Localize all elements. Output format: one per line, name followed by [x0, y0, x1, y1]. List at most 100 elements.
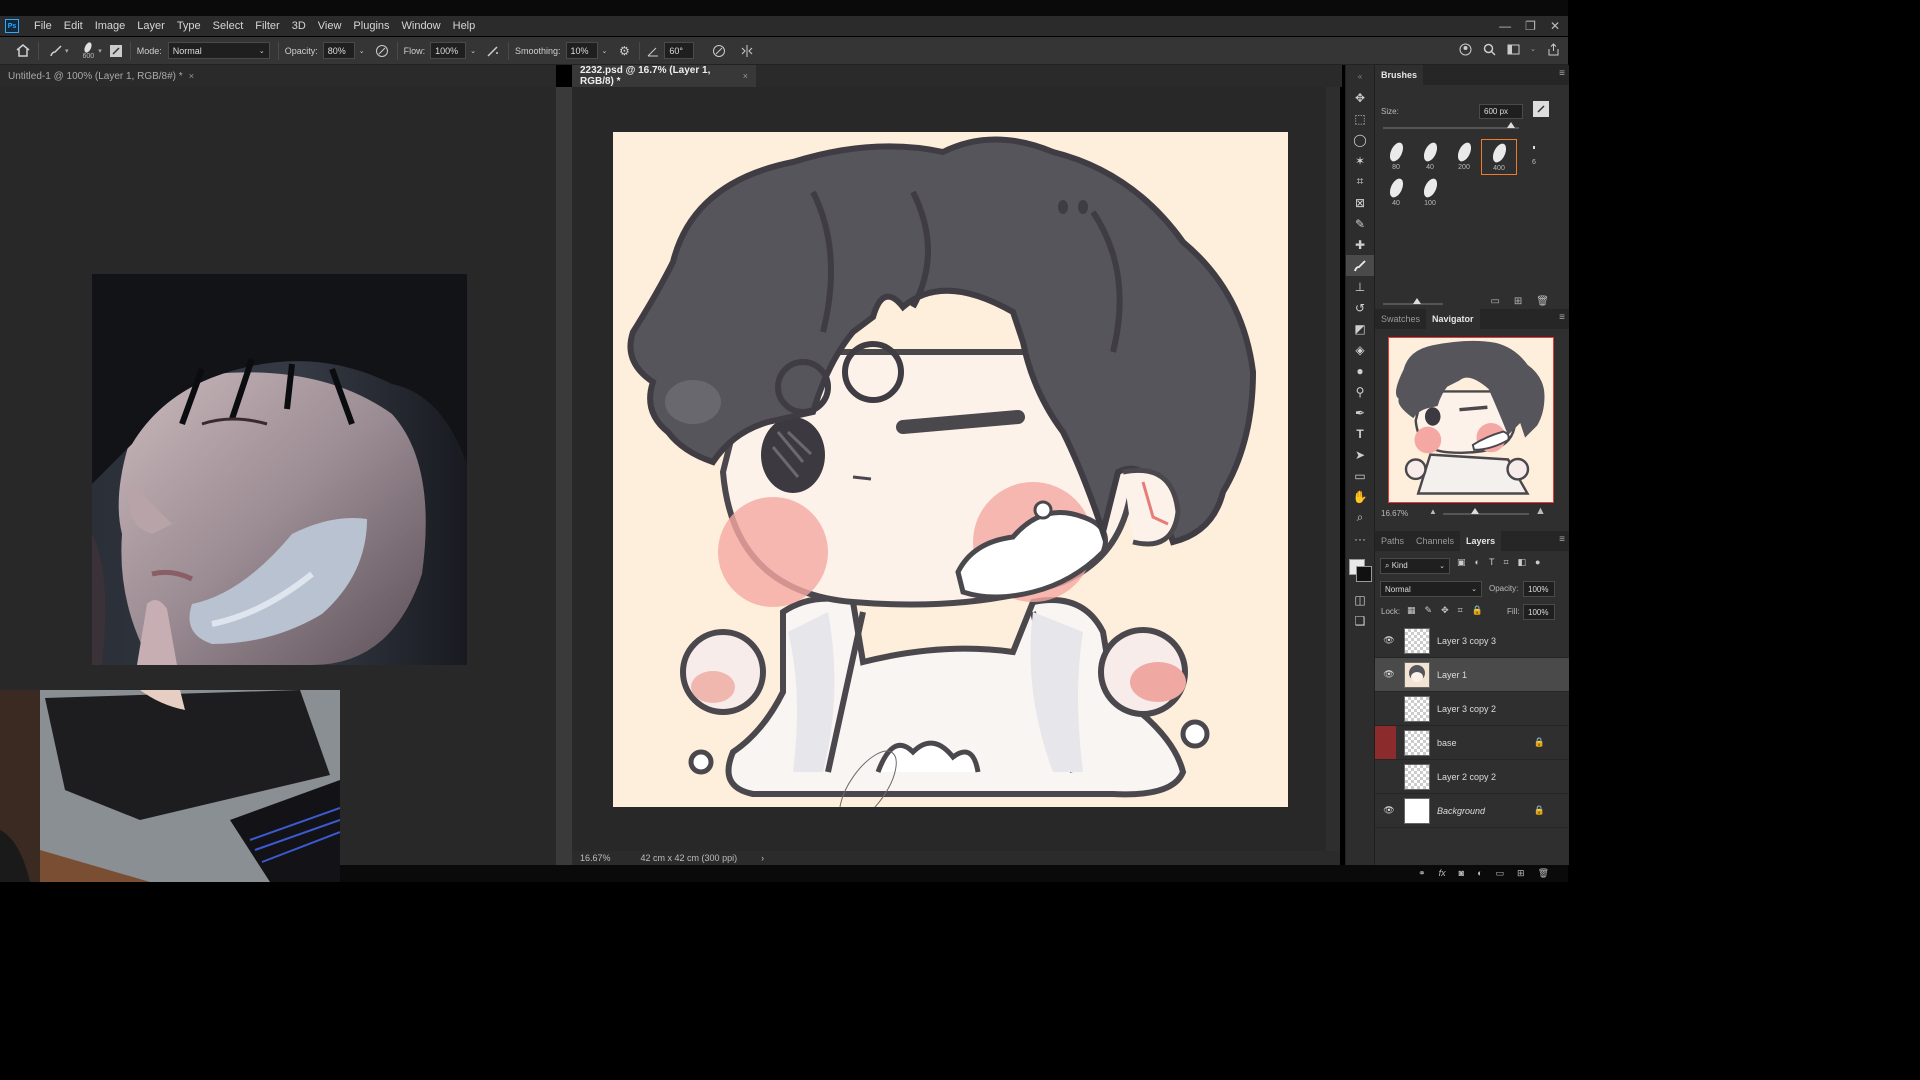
close-icon[interactable]: ×: [743, 71, 748, 81]
zoom-out-icon[interactable]: ▲: [1429, 507, 1437, 516]
left-document-canvas[interactable]: [0, 87, 556, 882]
layer-row[interactable]: 👁 Background 🔒: [1375, 794, 1569, 828]
eye-icon[interactable]: 👁: [1382, 669, 1396, 680]
gear-icon[interactable]: ⚙: [617, 44, 631, 58]
tab-2232-psd[interactable]: 2232.psd @ 16.7% (Layer 1, RGB/8) * ×: [572, 65, 756, 87]
brush-tool-icon[interactable]: [1346, 255, 1374, 276]
navigator-zoom[interactable]: 16.67%: [1381, 509, 1408, 518]
adjustment-layer-icon[interactable]: ◐: [1477, 868, 1482, 879]
opacity-dropdown-icon[interactable]: ⌄: [359, 47, 365, 55]
brush-tip-100[interactable]: 100: [1413, 175, 1447, 209]
tab-navigator[interactable]: Navigator: [1426, 309, 1480, 329]
add-mask-icon[interactable]: ◙: [1459, 868, 1464, 879]
brush-settings-icon[interactable]: [109, 44, 122, 57]
new-group-icon[interactable]: ▭: [1496, 868, 1505, 879]
quick-mask-icon[interactable]: ◫: [1346, 589, 1374, 610]
new-brush-icon[interactable]: [1533, 101, 1549, 117]
menu-select[interactable]: Select: [207, 20, 250, 32]
preset-dropdown-icon[interactable]: ▾: [65, 47, 69, 55]
flow-dropdown-icon[interactable]: ⌄: [470, 47, 476, 55]
eye-icon[interactable]: 👁: [1382, 635, 1396, 646]
filter-adjustment-icon[interactable]: ◐: [1475, 557, 1480, 568]
lock-position-icon[interactable]: ✥: [1441, 605, 1449, 616]
rectangle-tool-icon[interactable]: ▭: [1346, 465, 1374, 486]
filter-type-icon[interactable]: T: [1489, 557, 1495, 568]
crop-tool-icon[interactable]: ⌗: [1346, 171, 1374, 192]
layer-row[interactable]: Layer 2 copy 2: [1375, 760, 1569, 794]
menu-window[interactable]: Window: [396, 20, 447, 32]
folder-icon[interactable]: ▭: [1490, 296, 1499, 307]
brush-size-picker[interactable]: 600: [83, 40, 94, 60]
pressure-size-icon[interactable]: [712, 44, 726, 58]
type-tool-icon[interactable]: T: [1346, 423, 1374, 444]
brush-tip-40b[interactable]: 40: [1379, 175, 1413, 209]
photoshop-logo-icon[interactable]: Ps: [5, 19, 19, 33]
brush-tool-preset-icon[interactable]: [49, 44, 63, 58]
menu-plugins[interactable]: Plugins: [347, 20, 395, 32]
tab-layers[interactable]: Layers: [1460, 531, 1502, 551]
lock-transparent-icon[interactable]: ▦: [1407, 605, 1416, 616]
layer-row[interactable]: 👁 Layer 3 copy 3: [1375, 624, 1569, 658]
filter-toggle-icon[interactable]: ●: [1535, 557, 1540, 568]
status-expand-icon[interactable]: ›: [761, 853, 764, 863]
angle-input[interactable]: 60°: [664, 42, 695, 59]
move-tool-icon[interactable]: ✥: [1346, 87, 1374, 108]
healing-brush-tool-icon[interactable]: ✚: [1346, 234, 1374, 255]
menu-image[interactable]: Image: [89, 20, 132, 32]
smoothing-input[interactable]: 10%: [565, 42, 598, 59]
tab-untitled-1[interactable]: Untitled-1 @ 100% (Layer 1, RGB/8#) * ×: [0, 65, 556, 87]
artwork-chibi[interactable]: [613, 132, 1288, 807]
frame-tool-icon[interactable]: ⊠: [1346, 192, 1374, 213]
brush-size-input[interactable]: 600 px: [1479, 104, 1523, 119]
search-icon[interactable]: [1482, 42, 1496, 56]
lock-pixels-icon[interactable]: ✎: [1425, 605, 1433, 616]
lasso-tool-icon[interactable]: ◯: [1346, 129, 1374, 150]
menu-view[interactable]: View: [312, 20, 348, 32]
pressure-opacity-icon[interactable]: [375, 44, 389, 58]
zoom-in-icon[interactable]: ▲: [1535, 505, 1546, 517]
more-tools-icon[interactable]: ···: [1346, 528, 1374, 549]
history-brush-tool-icon[interactable]: ↺: [1346, 297, 1374, 318]
smoothing-dropdown-icon[interactable]: ⌄: [602, 47, 608, 55]
marquee-tool-icon[interactable]: ⬚: [1346, 108, 1374, 129]
brush-picker-dropdown-icon[interactable]: ▾: [98, 47, 102, 55]
tab-paths[interactable]: Paths: [1375, 531, 1410, 551]
delete-layer-icon[interactable]: 🗑: [1538, 868, 1549, 879]
layer-row[interactable]: Layer 3 copy 2: [1375, 692, 1569, 726]
new-layer-icon[interactable]: ⊞: [1517, 868, 1525, 879]
tab-channels[interactable]: Channels: [1410, 531, 1460, 551]
close-icon[interactable]: ×: [189, 71, 194, 81]
flow-input[interactable]: 100%: [430, 42, 467, 59]
brush-size-slider[interactable]: [1383, 122, 1519, 129]
workspace-dropdown-icon[interactable]: ⌄: [1530, 45, 1536, 53]
home-icon[interactable]: [16, 44, 30, 58]
dodge-tool-icon[interactable]: ⚲: [1346, 381, 1374, 402]
blur-tool-icon[interactable]: ●: [1346, 360, 1374, 381]
brush-tip-6[interactable]: 6: [1517, 139, 1551, 173]
workspace-icon[interactable]: [1506, 42, 1520, 56]
navigator-preview[interactable]: [1388, 337, 1554, 503]
trash-icon[interactable]: 🗑: [1536, 296, 1549, 307]
menu-edit[interactable]: Edit: [58, 20, 89, 32]
preview-size-slider[interactable]: [1383, 298, 1443, 305]
navigator-zoom-slider[interactable]: [1443, 508, 1529, 515]
layer-row-selected[interactable]: 👁 Layer 1: [1375, 658, 1569, 692]
vertical-scrollbar[interactable]: [1326, 87, 1340, 851]
clone-stamp-tool-icon[interactable]: ⊥: [1346, 276, 1374, 297]
menu-file[interactable]: File: [28, 20, 58, 32]
symmetry-icon[interactable]: [740, 44, 754, 58]
eyedropper-tool-icon[interactable]: ✎: [1346, 213, 1374, 234]
zoom-level[interactable]: 16.67%: [580, 853, 611, 863]
filter-smart-object-icon[interactable]: ◧: [1518, 557, 1527, 568]
zoom-tool-icon[interactable]: ⌕: [1346, 507, 1374, 528]
layer-opacity-input[interactable]: 100%: [1523, 581, 1555, 597]
slider-thumb[interactable]: [1507, 122, 1515, 128]
menu-help[interactable]: Help: [447, 20, 482, 32]
opacity-input[interactable]: 80%: [322, 42, 355, 59]
pen-tool-icon[interactable]: ✒: [1346, 402, 1374, 423]
hand-tool-icon[interactable]: ✋: [1346, 486, 1374, 507]
menu-3d[interactable]: 3D: [286, 20, 312, 32]
restore-button[interactable]: ❐: [1525, 19, 1536, 33]
lock-all-icon[interactable]: 🔒: [1472, 605, 1483, 616]
minimize-button[interactable]: —: [1499, 19, 1511, 33]
